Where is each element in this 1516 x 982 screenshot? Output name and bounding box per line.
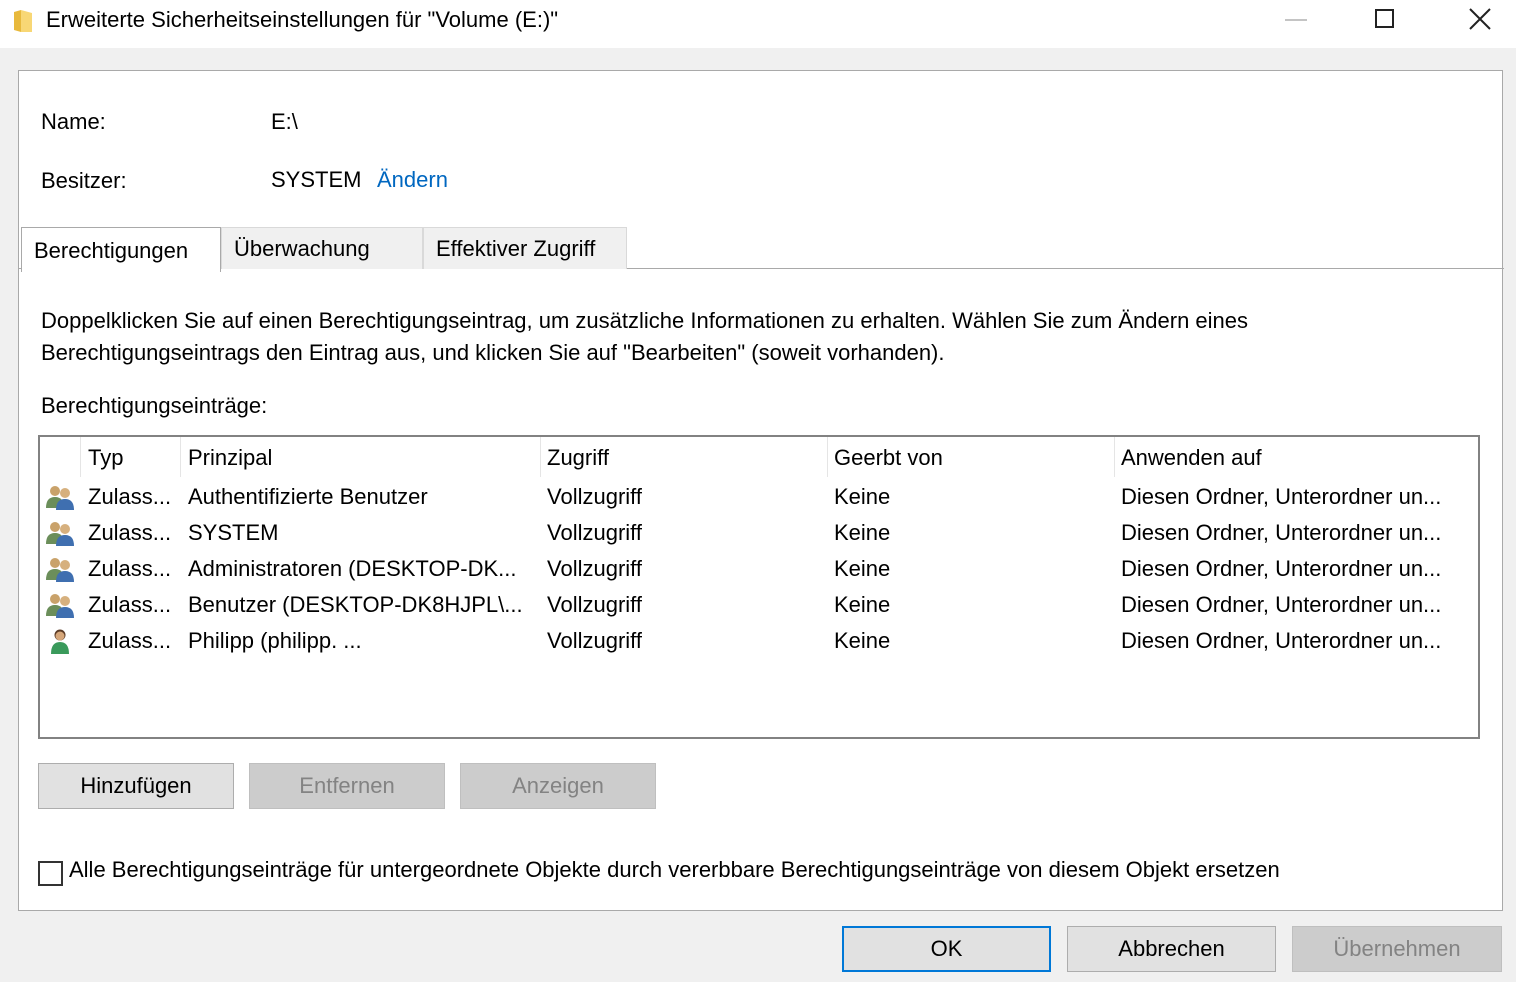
replace-child-permissions-label[interactable]: Alle Berechtigungseinträge für untergeor… [69,857,1280,883]
cell-type: Zulass... [88,628,172,653]
add-button[interactable]: Hinzufügen [38,763,234,809]
cell-inherited: Keine [834,628,891,653]
tab-auditing[interactable]: Überwachung [221,227,423,269]
cell-principal: SYSTEM [188,520,279,545]
column-header-principal[interactable]: Prinzipal [188,445,272,471]
column-separator [827,437,828,477]
tab-permissions[interactable]: Berechtigungen [21,227,221,272]
cell-applies-to: Diesen Ordner, Unterordner un... [1121,484,1442,509]
cell-principal: Benutzer (DESKTOP-DK8HJPL\... [188,592,523,617]
cell-principal: Authentifizierte Benutzer [188,484,428,509]
window-title: Erweiterte Sicherheitseinstellungen für … [46,7,559,32]
table-row[interactable]: Zulass... Administratoren (DESKTOP-DK...… [40,551,1478,587]
cell-inherited: Keine [834,520,891,545]
owner-label: Besitzer: [41,168,127,193]
user-group-icon [46,558,74,582]
permission-entries-label: Berechtigungseinträge: [41,393,268,418]
owner-value: SYSTEM [271,167,362,192]
cell-applies-to: Diesen Ordner, Unterordner un... [1121,592,1442,617]
minimize-button[interactable] [1248,0,1340,42]
cell-applies-to: Diesen Ordner, Unterordner un... [1121,520,1442,545]
cell-principal: Philipp (philipp. ... [188,628,362,653]
user-group-icon [46,486,74,510]
cell-access: Vollzugriff [547,628,642,653]
column-separator [1114,437,1115,477]
cell-inherited: Keine [834,556,891,581]
user-icon [51,629,69,654]
close-icon [1469,8,1491,30]
cell-access: Vollzugriff [547,556,642,581]
cell-type: Zulass... [88,484,172,509]
table-row[interactable]: Zulass... Philipp (philipp. ... Vollzugr… [40,623,1478,659]
replace-child-permissions-checkbox[interactable] [38,861,63,886]
cell-principal: Administratoren (DESKTOP-DK... [188,556,517,581]
maximize-button[interactable] [1340,0,1432,42]
cell-type: Zulass... [88,592,172,617]
user-group-icon [46,522,74,546]
view-button[interactable]: Anzeigen [460,763,656,809]
cell-applies-to: Diesen Ordner, Unterordner un... [1121,556,1442,581]
remove-button[interactable]: Entfernen [249,763,445,809]
change-owner-link[interactable]: Ändern [377,167,448,193]
user-group-icon [46,594,74,618]
column-header-type[interactable]: Typ [88,445,123,471]
content-panel: Name: E:\ Besitzer: SYSTEM Ändern Berech… [18,70,1504,911]
cell-type: Zulass... [88,556,172,581]
cell-type: Zulass... [88,520,172,545]
column-separator [180,437,181,477]
table-row[interactable]: Zulass... SYSTEM Vollzugriff Keine Diese… [40,515,1478,551]
name-label: Name: [41,109,106,134]
title-bar: Erweiterte Sicherheitseinstellungen für … [0,0,1516,48]
apply-button[interactable]: Übernehmen [1292,926,1502,972]
column-separator [540,437,541,477]
name-value: E:\ [271,109,298,134]
ok-button[interactable]: OK [842,926,1051,972]
cell-access: Vollzugriff [547,484,642,509]
table-row[interactable]: Zulass... Authentifizierte Benutzer Voll… [40,479,1478,515]
cell-access: Vollzugriff [547,592,642,617]
minimize-icon [1285,19,1307,21]
column-separator [80,437,81,477]
permission-entries-list[interactable]: Typ Prinzipal Zugriff Geerbt von Anwende… [38,435,1480,739]
tab-effective-access[interactable]: Effektiver Zugriff [423,227,627,269]
column-header-applies-to[interactable]: Anwenden auf [1121,445,1262,471]
cell-applies-to: Diesen Ordner, Unterordner un... [1121,628,1442,653]
folder-icon [14,10,32,32]
cell-inherited: Keine [834,484,891,509]
close-button[interactable] [1432,0,1516,42]
maximize-icon [1375,9,1394,28]
table-row[interactable]: Zulass... Benutzer (DESKTOP-DK8HJPL\... … [40,587,1478,623]
permissions-description: Doppelklicken Sie auf einen Berechtigung… [41,308,1249,365]
column-header-access[interactable]: Zugriff [547,445,609,471]
list-header: Typ Prinzipal Zugriff Geerbt von Anwende… [40,437,1478,479]
cancel-button[interactable]: Abbrechen [1067,926,1276,972]
cell-access: Vollzugriff [547,520,642,545]
column-header-inherited[interactable]: Geerbt von [834,445,943,471]
cell-inherited: Keine [834,592,891,617]
